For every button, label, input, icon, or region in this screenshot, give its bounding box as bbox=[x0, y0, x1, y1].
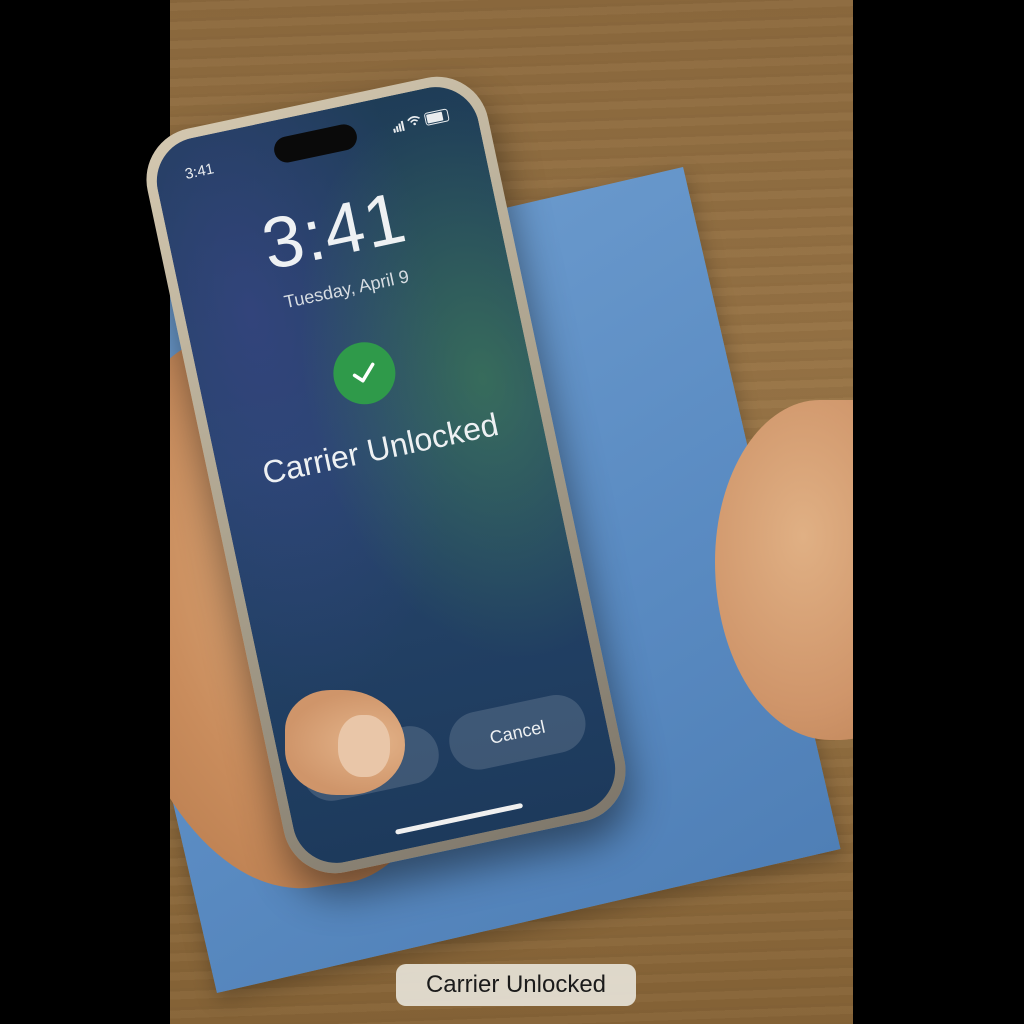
battery-icon bbox=[423, 108, 450, 126]
status-bar-time: 3:41 bbox=[183, 160, 216, 184]
thumbnail bbox=[338, 715, 390, 777]
caption-label: Carrier Unlocked bbox=[396, 964, 636, 1006]
wifi-icon bbox=[406, 114, 422, 130]
status-bar-icons bbox=[391, 108, 450, 133]
checkmark-icon bbox=[327, 336, 402, 411]
unlock-status-message: Carrier Unlocked bbox=[259, 406, 502, 492]
dynamic-island bbox=[271, 121, 360, 165]
home-indicator[interactable] bbox=[394, 802, 524, 835]
cancel-button[interactable]: Cancel bbox=[443, 689, 591, 776]
signal-icon bbox=[392, 120, 405, 133]
